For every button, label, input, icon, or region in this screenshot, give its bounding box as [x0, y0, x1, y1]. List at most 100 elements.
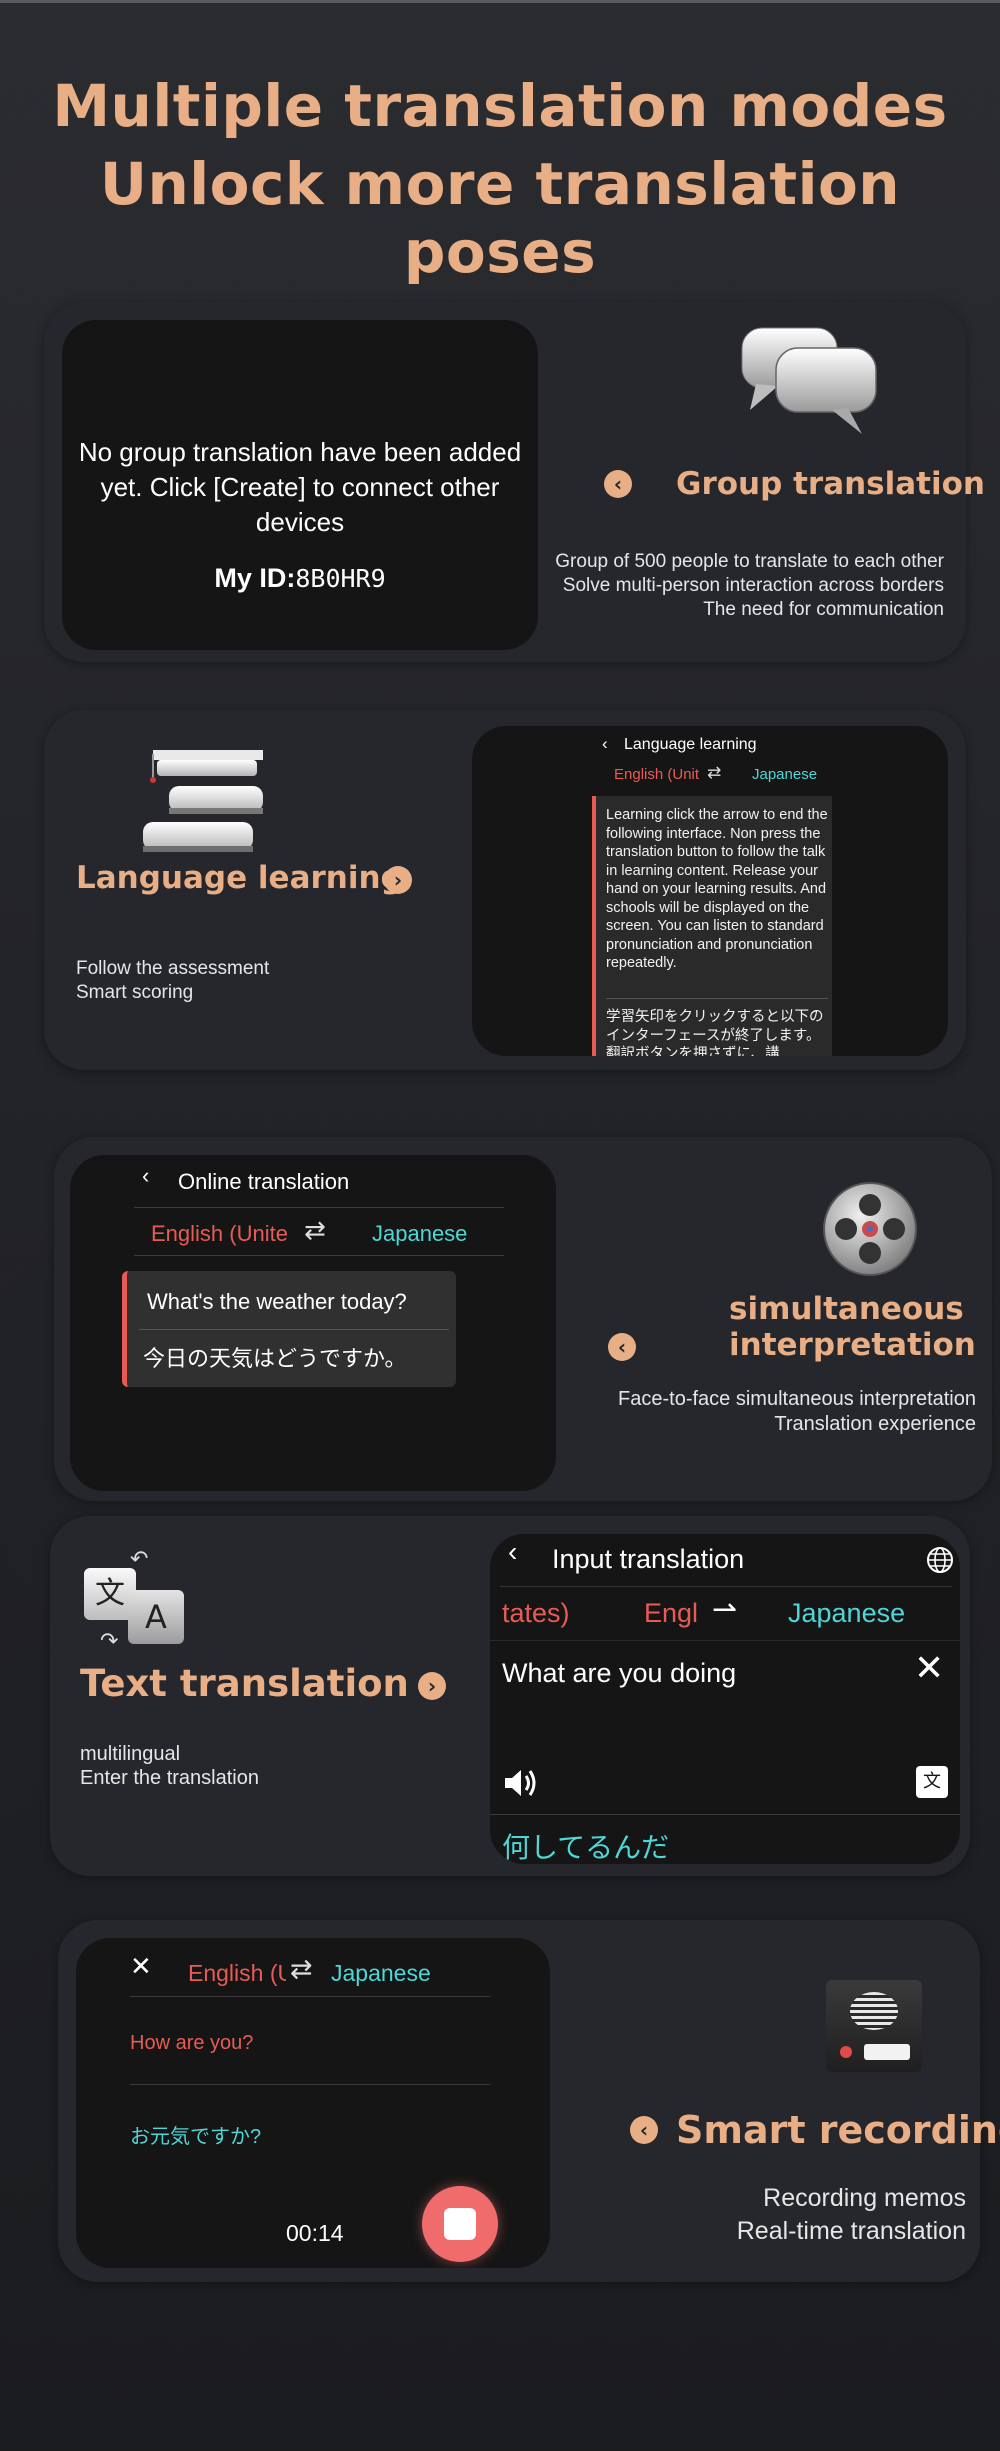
learning-lang-from[interactable]: English (Unit [614, 766, 699, 783]
recording-target-text: お元気ですか? [130, 2126, 262, 2148]
learning-desc-line-2: Smart scoring [76, 982, 194, 1003]
my-id-value: 8B0HR9 [295, 564, 386, 593]
group-translation-title: Group translation [676, 466, 985, 502]
online-back-icon[interactable]: ‹ [142, 1163, 149, 1189]
learning-english-text: Learning click the arrow to end the foll… [606, 807, 828, 971]
simul-title-line-2: interpretation [729, 1327, 976, 1363]
smart-recording-card[interactable]: ✕ English (U ⇄ Japanese How are you? お元気… [58, 1920, 1000, 2282]
translate-small-icon[interactable]: 文 [916, 1766, 948, 1798]
my-id: My ID:8B0HR9 [62, 563, 538, 594]
simul-desc-line-2: Translation experience [774, 1413, 976, 1435]
input-title-divider [500, 1586, 952, 1587]
recording-lang-to[interactable]: Japanese [331, 1960, 431, 1987]
simul-arrow-left-icon[interactable]: ‹ [608, 1333, 636, 1361]
online-bubble-japanese: 今日の天気はどうですか。 [143, 1346, 407, 1371]
language-learning-title: Language learning [76, 860, 403, 896]
text-desc-line-2: Enter the translation [80, 1767, 259, 1789]
group-translation-card[interactable]: No group translation have been added yet… [44, 302, 985, 662]
smart-recording-desc: Recording memos Real-time translation [737, 2182, 966, 2248]
input-swap-icon[interactable]: ⇀ [712, 1592, 737, 1627]
translate-arrow-bottom-icon: ↷ [100, 1628, 119, 1653]
translate-text-icon: 文 A ↶ ↷ [80, 1546, 190, 1656]
input-text-field[interactable]: What are you doing [502, 1658, 736, 1689]
group-translation-screen: No group translation have been added yet… [62, 320, 538, 650]
learning-screen-title: Language learning [624, 736, 757, 753]
text-desc-line-1: multilingual [80, 1743, 181, 1765]
input-lang-partial[interactable]: tates) [502, 1598, 570, 1629]
recording-timer: 00:14 [286, 2220, 344, 2246]
language-learning-screen: ‹ Language learning English (Unit ⇄ Japa… [472, 726, 948, 1056]
online-lang-to[interactable]: Japanese [372, 1221, 467, 1247]
input-back-icon[interactable]: ‹ [508, 1536, 517, 1568]
headline-line-2: Unlock more translation poses [99, 150, 901, 286]
learning-desc-line-1: Follow the assessment [76, 958, 270, 979]
recorder-device-icon [826, 1980, 922, 2072]
simultaneous-interpretation-title: simultaneous interpretation [729, 1291, 976, 1363]
output-text: 何してるんだ [502, 1832, 670, 1863]
recording-desc-line-1: Recording memos [763, 2184, 966, 2212]
recording-screen: ✕ English (U ⇄ Japanese How are you? お元気… [76, 1938, 550, 2268]
headline-line-1: Multiple translation modes [52, 72, 948, 140]
top-divider [0, 0, 1000, 3]
film-reel-icon [823, 1182, 917, 1276]
simul-title-line-1: simultaneous [729, 1291, 964, 1327]
learning-lang-to[interactable]: Japanese [752, 766, 817, 783]
group-desc-line-1: Group of 500 people to translate to each… [555, 551, 944, 572]
recorder-display [864, 2044, 910, 2060]
group-arrow-left-icon[interactable]: ‹ [604, 470, 632, 498]
learning-japanese-text: 学習矢印をクリックすると以下のインターフェースが終了します。翻訳ボタンを押さずに… [606, 1009, 824, 1056]
online-bubble-divider [139, 1329, 449, 1330]
recording-desc-line-2: Real-time translation [736, 2217, 966, 2245]
recording-arrow-left-icon[interactable]: ‹ [630, 2116, 658, 2144]
group-translation-desc: Group of 500 people to translate to each… [555, 550, 944, 622]
simul-desc-line-1: Face-to-face simultaneous interpretation [618, 1388, 976, 1410]
language-learning-card[interactable]: Language learning › Follow the assessmen… [44, 710, 966, 1070]
learning-arrow-right-icon[interactable]: › [384, 866, 412, 894]
smart-recording-title: Smart recording [676, 2108, 1000, 2152]
globe-icon[interactable] [926, 1546, 954, 1574]
input-lang-to[interactable]: Japanese [788, 1598, 905, 1629]
input-translation-screen: ‹ Input translation tates) Engl ⇀ Japane… [490, 1534, 960, 1864]
online-lang-divider [134, 1255, 504, 1256]
recording-lang-from[interactable]: English (U [188, 1960, 286, 1987]
text-translation-title: Text translation [80, 1662, 409, 1705]
translate-icon-right: A [128, 1590, 184, 1644]
text-translation-desc: multilingual Enter the translation [80, 1742, 259, 1790]
group-empty-message: No group translation have been added yet… [78, 437, 522, 537]
recorder-grille [850, 1992, 898, 2030]
online-translation-screen: ‹ Online translation English (Unite ⇄ Ja… [70, 1155, 556, 1491]
learning-back-icon[interactable]: ‹ [602, 734, 608, 754]
chat-bubbles-icon [741, 327, 877, 434]
online-bubble: What's the weather today? 今日の天気はどうですか。 [122, 1271, 456, 1387]
text-translation-card[interactable]: 文 A ↶ ↷ Text translation › multilingual … [50, 1516, 970, 1876]
speaker-icon[interactable] [502, 1766, 540, 1800]
learning-text-divider [606, 998, 828, 999]
simultaneous-interpretation-card[interactable]: ‹ Online translation English (Unite ⇄ Ja… [54, 1137, 992, 1501]
translate-arrow-top-icon: ↶ [130, 1546, 149, 1571]
group-desc-line-3: The need for communication [703, 599, 944, 620]
online-lang-from[interactable]: English (Unite [151, 1221, 301, 1247]
online-swap-icon[interactable]: ⇄ [304, 1215, 326, 1246]
text-arrow-right-icon[interactable]: › [418, 1672, 446, 1700]
recorder-red-dot [840, 2046, 852, 2058]
my-id-label: My ID: [214, 563, 296, 593]
recording-source-text: How are you? [130, 2032, 254, 2054]
online-title-divider [134, 1207, 504, 1208]
group-desc-line-2: Solve multi-person interaction across bo… [562, 575, 944, 596]
online-screen-title: Online translation [178, 1169, 350, 1194]
recording-swap-icon[interactable]: ⇄ [290, 1954, 313, 1985]
learning-content-panel: Learning click the arrow to end the foll… [592, 796, 832, 1056]
recording-close-icon[interactable]: ✕ [130, 1952, 152, 1982]
online-bubble-english: What's the weather today? [147, 1289, 407, 1314]
input-lang-divider [490, 1640, 960, 1641]
language-learning-desc: Follow the assessment Smart scoring [76, 957, 269, 1005]
input-clear-icon[interactable]: ✕ [914, 1648, 944, 1689]
simultaneous-interpretation-desc: Face-to-face simultaneous interpretation… [618, 1387, 976, 1437]
input-screen-title: Input translation [552, 1544, 745, 1574]
input-lang-from[interactable]: Engl [644, 1598, 698, 1629]
stop-square-icon [444, 2208, 476, 2240]
learning-swap-icon[interactable]: ⇄ [707, 763, 721, 783]
input-output-divider [490, 1814, 960, 1815]
books-graduation-icon [143, 750, 263, 852]
record-stop-button[interactable] [422, 2186, 498, 2262]
